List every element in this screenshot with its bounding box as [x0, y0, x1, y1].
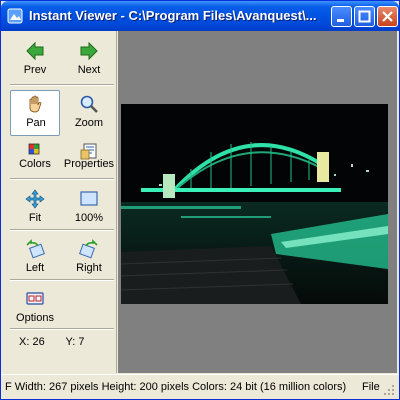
arrow-right-icon	[80, 41, 98, 61]
status-bar: F Width: 267 pixels Height: 200 pixels C…	[1, 374, 399, 399]
fit-arrows-icon	[25, 189, 45, 209]
pan-button[interactable]: Pan	[10, 90, 60, 136]
y-coordinate: Y: 7	[65, 336, 85, 348]
next-button[interactable]: Next	[64, 37, 114, 83]
displayed-image[interactable]	[121, 104, 388, 304]
x-coordinate: X: 26	[19, 336, 45, 348]
next-label: Next	[77, 64, 101, 76]
fit-button[interactable]: Fit	[10, 185, 60, 231]
hand-icon	[29, 95, 42, 113]
close-button[interactable]	[377, 6, 398, 27]
view-tools-row: Pan Zoom	[4, 90, 116, 138]
options-row: Options	[4, 285, 116, 333]
rotate-right-icon	[79, 239, 98, 259]
separator	[10, 279, 114, 281]
rotate-tools-row: Left Right	[4, 235, 116, 283]
status-image-info: F Width: 267 pixels Height: 200 pixels C…	[5, 381, 347, 393]
fit-label: Fit	[28, 212, 42, 224]
rotate-left-label: Left	[25, 262, 45, 274]
rotate-right-label: Right	[76, 262, 102, 274]
title-bar[interactable]: Instant Viewer - C:\Program Files\Avanqu…	[1, 1, 399, 31]
separator	[10, 84, 114, 86]
close-icon	[382, 11, 393, 22]
size-tools-row: Fit 100%	[4, 185, 116, 233]
actual-size-icon	[80, 191, 98, 206]
prev-label: Prev	[23, 64, 47, 76]
app-window: Instant Viewer - C:\Program Files\Avanqu…	[0, 0, 400, 400]
status-file: File	[362, 381, 380, 393]
arrow-left-icon	[26, 41, 44, 61]
window-title: Instant Viewer - C:\Program Files\Avanqu…	[29, 8, 317, 23]
pan-label: Pan	[26, 117, 46, 129]
maximize-button[interactable]	[354, 6, 375, 27]
options-label: Options	[16, 312, 54, 324]
properties-label: Properties	[63, 158, 115, 170]
separator	[10, 328, 114, 330]
tool-panel: Prev Next Pan Zoom Colors Properties Fit…	[4, 31, 117, 373]
app-icon	[7, 8, 23, 24]
resize-grip-icon[interactable]	[383, 384, 395, 396]
separator	[10, 178, 114, 180]
rotate-right-button[interactable]: Right	[64, 235, 114, 281]
prev-button[interactable]: Prev	[10, 37, 60, 83]
maximize-icon	[358, 10, 371, 23]
actual-size-button[interactable]: 100%	[64, 185, 114, 231]
zoom-label: Zoom	[74, 117, 104, 129]
cursor-coordinates: X: 26 Y: 7	[19, 336, 103, 348]
zoom-button[interactable]: Zoom	[64, 90, 114, 136]
harbour-bridge-photo	[121, 104, 388, 304]
options-button[interactable]: Options	[10, 285, 60, 331]
magnifier-icon	[80, 95, 98, 113]
rotate-left-button[interactable]: Left	[10, 235, 60, 281]
actual-size-label: 100%	[74, 212, 104, 224]
rotate-left-icon	[26, 239, 45, 259]
colors-label: Colors	[19, 158, 51, 170]
image-viewport[interactable]	[118, 31, 397, 373]
separator	[10, 229, 114, 231]
minimize-button[interactable]	[331, 6, 352, 27]
minimize-icon	[337, 19, 344, 22]
navigation-row: Prev Next	[4, 37, 116, 85]
options-icon	[26, 292, 44, 305]
